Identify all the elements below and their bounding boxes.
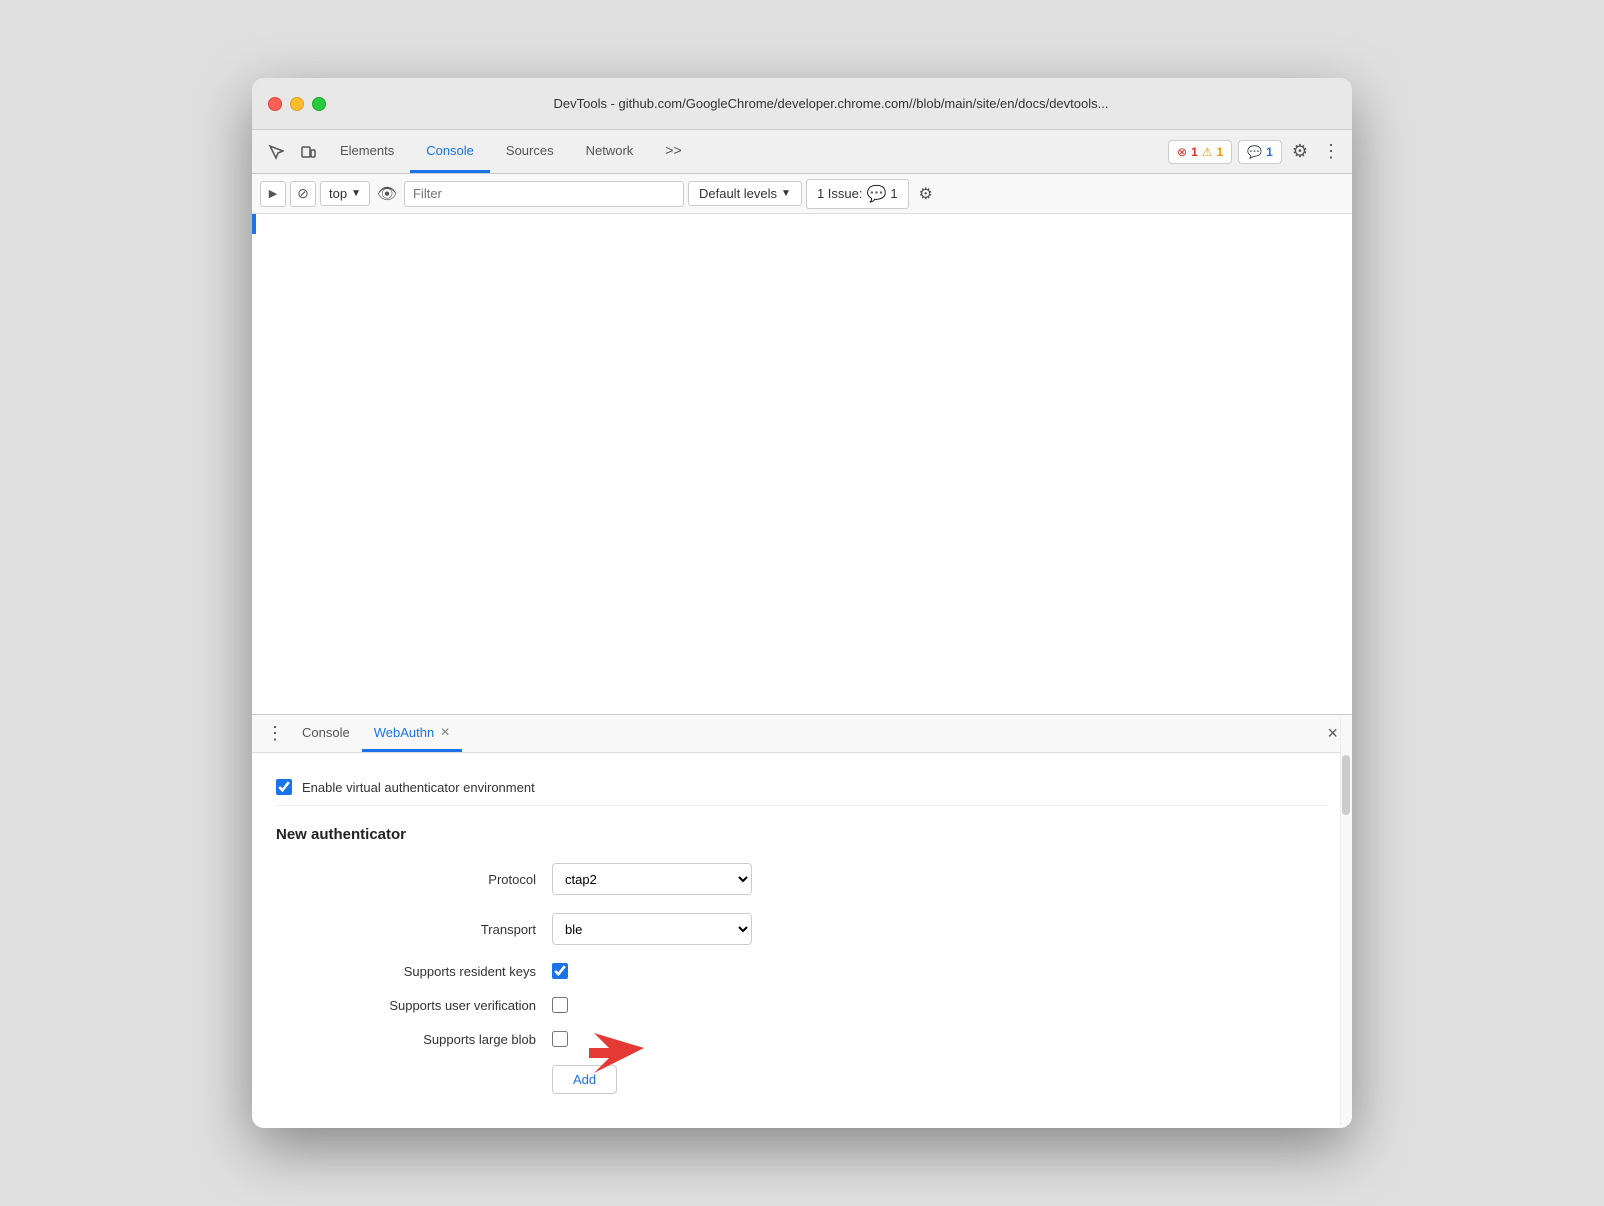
minimize-button[interactable] [290,97,304,111]
cursor-icon[interactable] [260,138,292,166]
toolbar-right: ⊗ 1 ⚠ 1 💬 1 ⚙ ⋮ [1168,137,1344,166]
webauthn-tab-label: WebAuthn [374,725,434,740]
warn-count: 1 [1217,145,1224,159]
transport-select[interactable]: ble nfc usb internal [552,913,752,945]
drawer-tab-console[interactable]: Console [290,715,362,752]
form-table: Protocol ctap2 u2f Transport ble nfc usb… [336,863,752,1112]
webauthn-tab-close-icon[interactable]: ✕ [440,725,450,739]
enable-checkbox[interactable] [276,779,292,795]
tab-more[interactable]: >> [649,130,697,173]
user-verification-checkbox[interactable] [552,997,568,1013]
tab-console[interactable]: Console [410,130,490,173]
resident-keys-label: Supports resident keys [336,964,536,979]
webauthn-panel: Enable virtual authenticator environment… [252,753,1352,1128]
blue-indicator [252,214,256,234]
info-badge-button[interactable]: 💬 1 [1238,140,1282,164]
error-icon: ⊗ [1177,145,1187,159]
block-icon[interactable]: ⊘ [290,181,316,207]
large-blob-checkbox[interactable] [552,1031,568,1047]
default-levels-label: Default levels [699,186,777,201]
more-options-icon[interactable]: ⋮ [1318,137,1344,166]
add-button-row: Add [336,1065,752,1094]
maximize-button[interactable] [312,97,326,111]
enable-label: Enable virtual authenticator environment [302,780,535,795]
transport-label: Transport [336,922,536,937]
chevron-down-icon: ▼ [351,188,361,199]
protocol-row: Protocol ctap2 u2f [336,863,752,895]
drawer-menu-icon[interactable]: ⋮ [260,719,290,748]
resident-keys-row: Supports resident keys [336,963,752,979]
filter-input[interactable] [404,181,684,207]
drawer-tab-webauthn[interactable]: WebAuthn ✕ [362,715,463,752]
section-title: New authenticator [276,826,1328,843]
close-button[interactable] [268,97,282,111]
devtools-toolbar: Elements Console Sources Network >> ⊗ 1 … [252,130,1352,174]
window-title: DevTools - github.com/GoogleChrome/devel… [326,96,1336,111]
info-count: 1 [1266,145,1273,159]
issues-badge-icon: 💬 [866,184,886,204]
error-count: 1 [1191,145,1198,159]
protocol-select[interactable]: ctap2 u2f [552,863,752,895]
console-settings-icon[interactable]: ⚙ [913,181,939,207]
transport-row: Transport ble nfc usb internal [336,913,752,945]
default-levels-dropdown[interactable]: Default levels ▼ [688,181,802,206]
drawer-tab-bar: ⋮ Console WebAuthn ✕ × [252,715,1352,753]
info-icon: 💬 [1247,145,1262,159]
error-badge-button[interactable]: ⊗ 1 ⚠ 1 [1168,140,1232,164]
settings-icon[interactable]: ⚙ [1288,137,1312,166]
main-content [252,214,1352,714]
scrollbar[interactable] [1340,715,1352,1128]
context-label: top [329,186,347,201]
context-dropdown[interactable]: top ▼ [320,181,370,206]
add-button[interactable]: Add [552,1065,617,1094]
device-toggle-icon[interactable] [292,138,324,166]
tab-elements[interactable]: Elements [324,130,410,173]
tab-sources[interactable]: Sources [490,130,570,173]
traffic-lights [268,97,326,111]
issues-button[interactable]: 1 Issue: 💬 1 [806,179,909,209]
titlebar: DevTools - github.com/GoogleChrome/devel… [252,78,1352,130]
warn-icon: ⚠ [1202,145,1213,159]
user-verification-row: Supports user verification [336,997,752,1013]
issues-count: 1 [890,186,897,201]
console-toolbar: ▶ ⊘ top ▼ 👁 Default levels ▼ 1 Issue: 💬 … [252,174,1352,214]
protocol-label: Protocol [336,872,536,887]
scrollbar-thumb[interactable] [1342,755,1350,815]
large-blob-row: Supports large blob [336,1031,752,1047]
devtools-window: DevTools - github.com/GoogleChrome/devel… [252,78,1352,1128]
chevron-down-icon: ▼ [781,188,791,199]
resident-keys-checkbox[interactable] [552,963,568,979]
main-tab-group: Elements Console Sources Network >> [324,130,1168,173]
drawer: ⋮ Console WebAuthn ✕ × Enable virtual au… [252,714,1352,1128]
user-verification-label: Supports user verification [336,998,536,1013]
eye-icon[interactable]: 👁 [374,181,400,207]
enable-row: Enable virtual authenticator environment [276,769,1328,806]
play-icon[interactable]: ▶ [260,181,286,207]
issues-label: 1 Issue: [817,186,863,201]
tab-network[interactable]: Network [570,130,650,173]
large-blob-label: Supports large blob [336,1032,536,1047]
